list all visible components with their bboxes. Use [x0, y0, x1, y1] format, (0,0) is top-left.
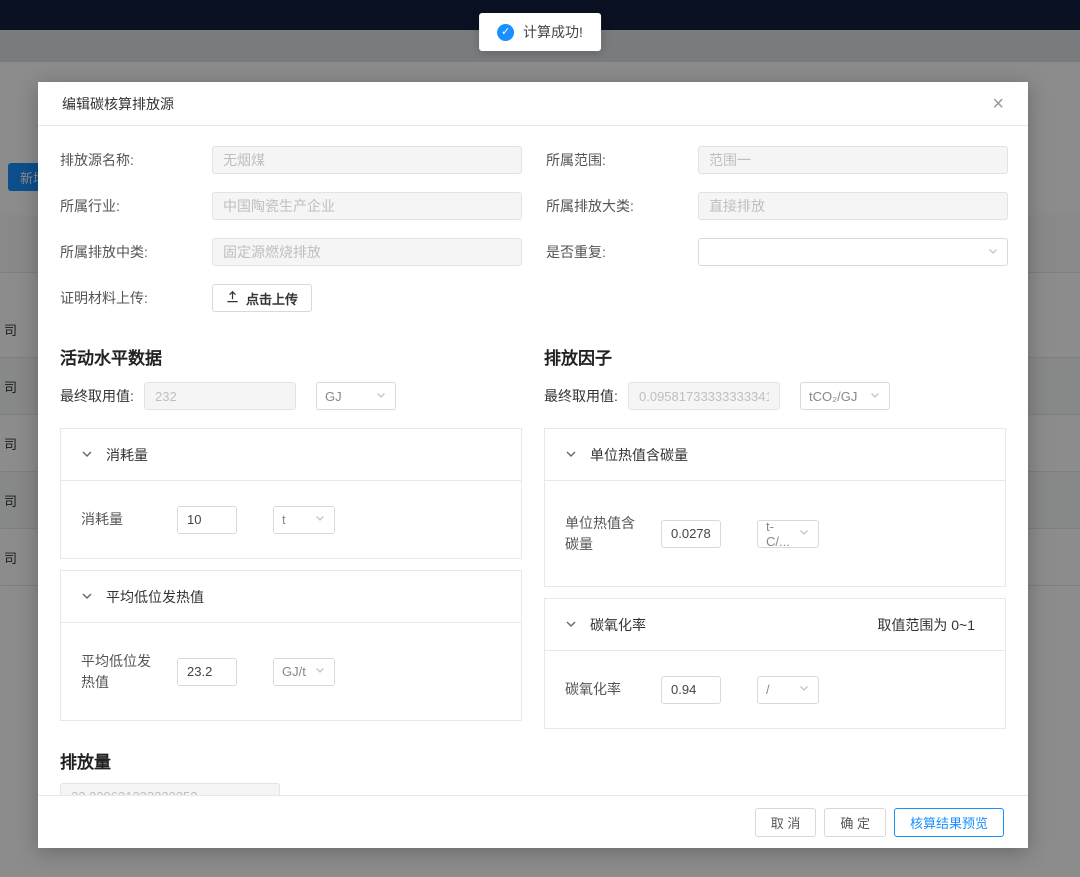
- oxidation-rate-panel-header[interactable]: 碳氧化率 取值范围为 0~1: [545, 599, 1005, 651]
- chevron-down-icon: [375, 389, 387, 404]
- activity-section: 活动水平数据 最终取用值: GJ: [60, 344, 522, 740]
- oxidation-rate-panel: 碳氧化率 取值范围为 0~1 碳氧化率 /: [544, 598, 1006, 729]
- carbon-content-unit-select[interactable]: t-C/...: [757, 520, 819, 548]
- carbon-content-input[interactable]: [661, 520, 721, 548]
- heating-value-input[interactable]: [177, 658, 237, 686]
- chevron-down-icon: [987, 245, 999, 260]
- consumption-label: 消耗量: [81, 509, 163, 530]
- chevron-down-icon: [314, 512, 326, 527]
- factor-final-label: 最终取用值:: [544, 386, 628, 406]
- chevron-down-icon: [314, 664, 326, 679]
- dialog-header: 编辑碳核算排放源 ×: [38, 82, 1028, 126]
- confirm-button[interactable]: 确 定: [824, 808, 886, 837]
- collapse-chevron-icon: [81, 447, 93, 463]
- chevron-down-icon: [869, 389, 881, 404]
- oxidation-rate-unit-select[interactable]: /: [757, 676, 819, 704]
- source-name-label: 排放源名称:: [60, 150, 212, 170]
- dialog-title: 编辑碳核算排放源: [62, 94, 174, 114]
- consumption-unit-select[interactable]: t: [273, 506, 335, 534]
- emission-section-title: 排放量: [60, 748, 1006, 773]
- upload-icon: [226, 290, 239, 306]
- carbon-content-panel-title: 单位热值含碳量: [590, 445, 688, 465]
- duplicate-select[interactable]: [698, 238, 1008, 266]
- success-toast: ✓ 计算成功!: [479, 13, 601, 51]
- collapse-chevron-icon: [565, 447, 577, 463]
- consumption-panel-header[interactable]: 消耗量: [61, 429, 521, 481]
- carbon-content-label: 单位热值含碳量: [565, 513, 647, 555]
- toast-message: 计算成功!: [523, 22, 583, 42]
- middle-category-input: [212, 238, 522, 266]
- upload-button[interactable]: 点击上传: [212, 284, 312, 312]
- upload-button-label: 点击上传: [246, 289, 298, 308]
- consumption-unit-value: t: [282, 512, 286, 527]
- check-circle-icon: ✓: [497, 24, 514, 41]
- factor-section: 排放因子 最终取用值: tCO₂/GJ: [544, 344, 1006, 740]
- consumption-panel: 消耗量 消耗量 t: [60, 428, 522, 559]
- oxidation-rate-unit-value: /: [766, 682, 770, 697]
- collapse-chevron-icon: [565, 617, 577, 633]
- emission-value-input: [60, 783, 280, 795]
- activity-section-title: 活动水平数据: [60, 344, 522, 369]
- chevron-down-icon: [798, 682, 810, 697]
- oxidation-range-note: 取值范围为 0~1: [877, 615, 985, 635]
- edit-emission-source-dialog: 编辑碳核算排放源 × 排放源名称: 所属范围: 所属行业: 所属排放大类:: [38, 82, 1028, 848]
- activity-final-label: 最终取用值:: [60, 386, 144, 406]
- heating-value-label: 平均低位发热值: [81, 651, 163, 693]
- industry-label: 所属行业:: [60, 196, 212, 216]
- dialog-footer: 取 消 确 定 核算结果预览: [38, 795, 1028, 848]
- heating-value-unit-select[interactable]: GJ/t: [273, 658, 335, 686]
- carbon-content-unit-value: t-C/...: [766, 519, 792, 549]
- major-category-label: 所属排放大类:: [546, 196, 698, 216]
- activity-unit-select[interactable]: GJ: [316, 382, 396, 410]
- chevron-down-icon: [798, 526, 810, 541]
- factor-section-title: 排放因子: [544, 344, 1006, 369]
- scope-label: 所属范围:: [546, 150, 698, 170]
- scope-input: [698, 146, 1008, 174]
- oxidation-rate-input[interactable]: [661, 676, 721, 704]
- heating-value-panel-header[interactable]: 平均低位发热值: [61, 571, 521, 623]
- heating-value-unit-value: GJ/t: [282, 664, 306, 679]
- industry-input: [212, 192, 522, 220]
- carbon-content-panel: 单位热值含碳量 单位热值含碳量 t-C/...: [544, 428, 1006, 587]
- close-icon[interactable]: ×: [992, 94, 1004, 114]
- upload-label: 证明材料上传:: [60, 288, 212, 308]
- factor-unit-select[interactable]: tCO₂/GJ: [800, 382, 890, 410]
- dialog-body: 排放源名称: 所属范围: 所属行业: 所属排放大类: 所属排放中类:: [38, 126, 1028, 795]
- duplicate-label: 是否重复:: [546, 242, 698, 262]
- preview-result-button[interactable]: 核算结果预览: [894, 808, 1004, 837]
- collapse-chevron-icon: [81, 589, 93, 605]
- heating-value-panel-title: 平均低位发热值: [106, 587, 204, 607]
- middle-category-label: 所属排放中类:: [60, 242, 212, 262]
- factor-unit-value: tCO₂/GJ: [809, 389, 857, 404]
- oxidation-rate-panel-title: 碳氧化率: [590, 615, 646, 635]
- carbon-content-panel-header[interactable]: 单位热值含碳量: [545, 429, 1005, 481]
- source-name-input: [212, 146, 522, 174]
- major-category-input: [698, 192, 1008, 220]
- activity-unit-value: GJ: [325, 389, 342, 404]
- activity-final-input: [144, 382, 296, 410]
- oxidation-rate-label: 碳氧化率: [565, 679, 647, 700]
- heating-value-panel: 平均低位发热值 平均低位发热值 GJ/t: [60, 570, 522, 721]
- cancel-button[interactable]: 取 消: [755, 808, 817, 837]
- consumption-input[interactable]: [177, 506, 237, 534]
- factor-final-input: [628, 382, 780, 410]
- consumption-panel-title: 消耗量: [106, 445, 148, 465]
